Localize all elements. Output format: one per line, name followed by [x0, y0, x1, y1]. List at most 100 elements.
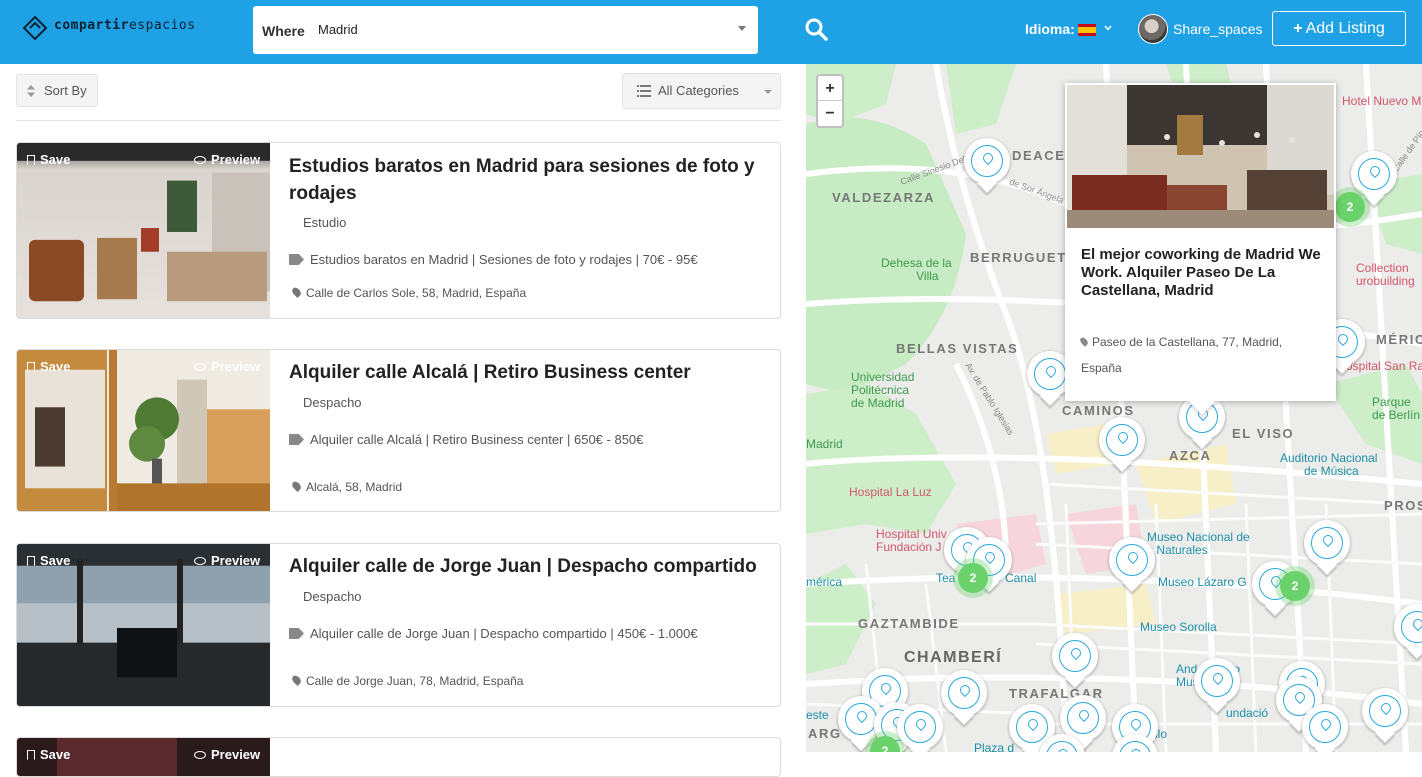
save-label: Save — [40, 553, 71, 568]
add-listing-button[interactable]: + Add Listing — [1272, 11, 1406, 46]
map-label: Parque de Berlín — [1372, 395, 1421, 422]
where-location-select[interactable]: Where Madrid — [253, 6, 758, 54]
category-select[interactable]: All Categories — [622, 73, 781, 109]
bookmark-icon — [27, 155, 35, 165]
tags-icon — [289, 434, 304, 445]
eye-icon — [194, 557, 206, 565]
save-button[interactable]: Save — [27, 359, 70, 374]
username[interactable]: Share_spaces — [1173, 21, 1263, 37]
preview-button[interactable]: Preview — [194, 553, 260, 568]
save-label: Save — [40, 747, 71, 762]
map-listing-popup[interactable]: El mejor coworking de Madrid We Work. Al… — [1065, 83, 1336, 415]
popup-address: Paseo de la Castellana, 77, Madrid, Espa… — [1078, 329, 1321, 381]
listing-marker[interactable] — [941, 670, 987, 725]
listing-title[interactable]: Estudios baratos en Madrid para sesiones… — [289, 153, 769, 207]
map-label: AZCA — [1169, 448, 1212, 463]
listing-tags-text: Alquiler calle Alcalá | Retiro Business … — [310, 432, 644, 447]
chevron-down-icon — [738, 26, 746, 31]
listing-address-text: Calle de Carlos Sole, 58, Madrid, España — [306, 286, 527, 300]
listing-category: Despacho — [303, 395, 362, 410]
where-value: Madrid — [318, 22, 358, 37]
listing-card[interactable]: Save Preview Estudios baratos en Madrid … — [16, 142, 781, 319]
map-label: Hotel Nuevo M — [1342, 94, 1422, 108]
tags-icon — [289, 254, 304, 265]
listing-title[interactable]: Alquiler calle de Jorge Juan | Despacho … — [289, 553, 769, 580]
popup-title[interactable]: El mejor coworking de Madrid We Work. Al… — [1081, 246, 1321, 300]
listing-photo[interactable] — [17, 544, 270, 706]
map-label: Madrid — [806, 437, 843, 451]
map-label: mérica — [806, 575, 843, 589]
listing-card[interactable]: Save Preview Alquiler calle Alcalá | Ret… — [16, 349, 781, 512]
map-label: Hospital La Luz — [849, 485, 932, 499]
eye-icon — [194, 156, 206, 164]
avatar[interactable] — [1138, 14, 1168, 44]
marker-cluster[interactable]: 2 — [1280, 571, 1310, 601]
listing-photo[interactable] — [17, 143, 270, 318]
map-label: BERRUGUET — [970, 250, 1067, 265]
map-label: este — [806, 708, 829, 722]
popup-photo[interactable] — [1067, 85, 1334, 228]
listing-title[interactable]: Alquiler calle Alcalá | Retiro Business … — [289, 359, 769, 386]
listing-marker[interactable] — [1194, 658, 1240, 713]
listing-marker[interactable] — [1109, 537, 1155, 592]
map[interactable]: VALDEZARZA BERRUGUET DEACE BELLAS VISTAS… — [806, 64, 1422, 752]
zoom-in-button[interactable]: + — [818, 76, 842, 101]
preview-button[interactable]: Preview — [194, 747, 260, 762]
listing-marker[interactable] — [1394, 604, 1422, 659]
listing-category: Despacho — [303, 589, 362, 604]
sort-by-label: Sort By — [44, 83, 87, 98]
map-label: Auditorio Nacional de Música — [1280, 451, 1378, 478]
marker-cluster[interactable]: 2 — [958, 563, 988, 593]
popup-address-text: Paseo de la Castellana, 77, Madrid, Espa… — [1081, 335, 1283, 375]
listing-marker[interactable] — [1052, 633, 1098, 688]
preview-label: Preview — [211, 152, 261, 167]
sort-by-button[interactable]: Sort By — [16, 74, 98, 107]
listing-address-text: Calle de Jorge Juan, 78, Madrid, España — [306, 674, 524, 688]
listing-marker[interactable] — [1304, 520, 1350, 575]
preview-label: Preview — [211, 747, 261, 762]
chevron-down-icon — [764, 90, 772, 94]
top-navbar: compartirespacios Where Madrid Idioma: S… — [0, 0, 1422, 64]
eye-icon — [194, 363, 206, 371]
language-selector[interactable]: Idioma: — [1025, 21, 1075, 37]
listing-card[interactable]: Save Preview Alquiler calle de Jorge Jua… — [16, 543, 781, 707]
category-select-label: All Categories — [658, 83, 739, 98]
map-label: CAMINOS — [1062, 403, 1135, 418]
marker-cluster[interactable]: 2 — [1335, 192, 1365, 222]
spain-flag-icon[interactable] — [1078, 24, 1096, 36]
listing-tags-text: Estudios baratos en Madrid | Sesiones de… — [310, 252, 698, 267]
listing-marker[interactable] — [897, 704, 943, 752]
tags-icon — [289, 628, 304, 639]
save-button[interactable]: Save — [27, 152, 70, 167]
listing-photo[interactable] — [17, 350, 270, 511]
map-marker-icon — [290, 479, 303, 493]
save-label: Save — [40, 152, 71, 167]
save-button[interactable]: Save — [27, 747, 70, 762]
brand-name: compartirespacios — [54, 18, 196, 33]
bookmark-icon — [27, 556, 35, 566]
search-icon[interactable] — [804, 17, 828, 41]
listing-address-text: Alcalá, 58, Madrid — [306, 480, 403, 494]
listing-marker[interactable] — [1112, 734, 1158, 752]
listing-marker[interactable] — [1099, 417, 1145, 472]
preview-button[interactable]: Preview — [194, 359, 260, 374]
listing-address: Calle de Jorge Juan, 78, Madrid, España — [290, 673, 524, 688]
map-label: Hospital Univ Fundación J — [876, 527, 947, 554]
preview-label: Preview — [211, 359, 261, 374]
zoom-out-button[interactable]: − — [818, 101, 842, 126]
map-label: PROSP — [1384, 498, 1422, 513]
listing-marker[interactable] — [1302, 704, 1348, 752]
listing-marker[interactable] — [1362, 688, 1408, 743]
listing-marker[interactable] — [1039, 734, 1085, 752]
map-label: ARG — [808, 726, 842, 741]
brand-logo[interactable]: compartirespacios — [22, 15, 227, 41]
save-button[interactable]: Save — [27, 553, 70, 568]
listing-card[interactable]: Save Preview — [16, 737, 781, 777]
map-label: Dehesa de la Villa — [881, 256, 952, 283]
listing-marker[interactable] — [964, 138, 1010, 193]
map-label: Universidad Politécnica de Madrid — [851, 370, 915, 410]
divider — [16, 120, 781, 121]
chevron-down-icon[interactable] — [1104, 24, 1112, 32]
preview-button[interactable]: Preview — [194, 152, 260, 167]
map-zoom-control: + − — [816, 74, 844, 128]
